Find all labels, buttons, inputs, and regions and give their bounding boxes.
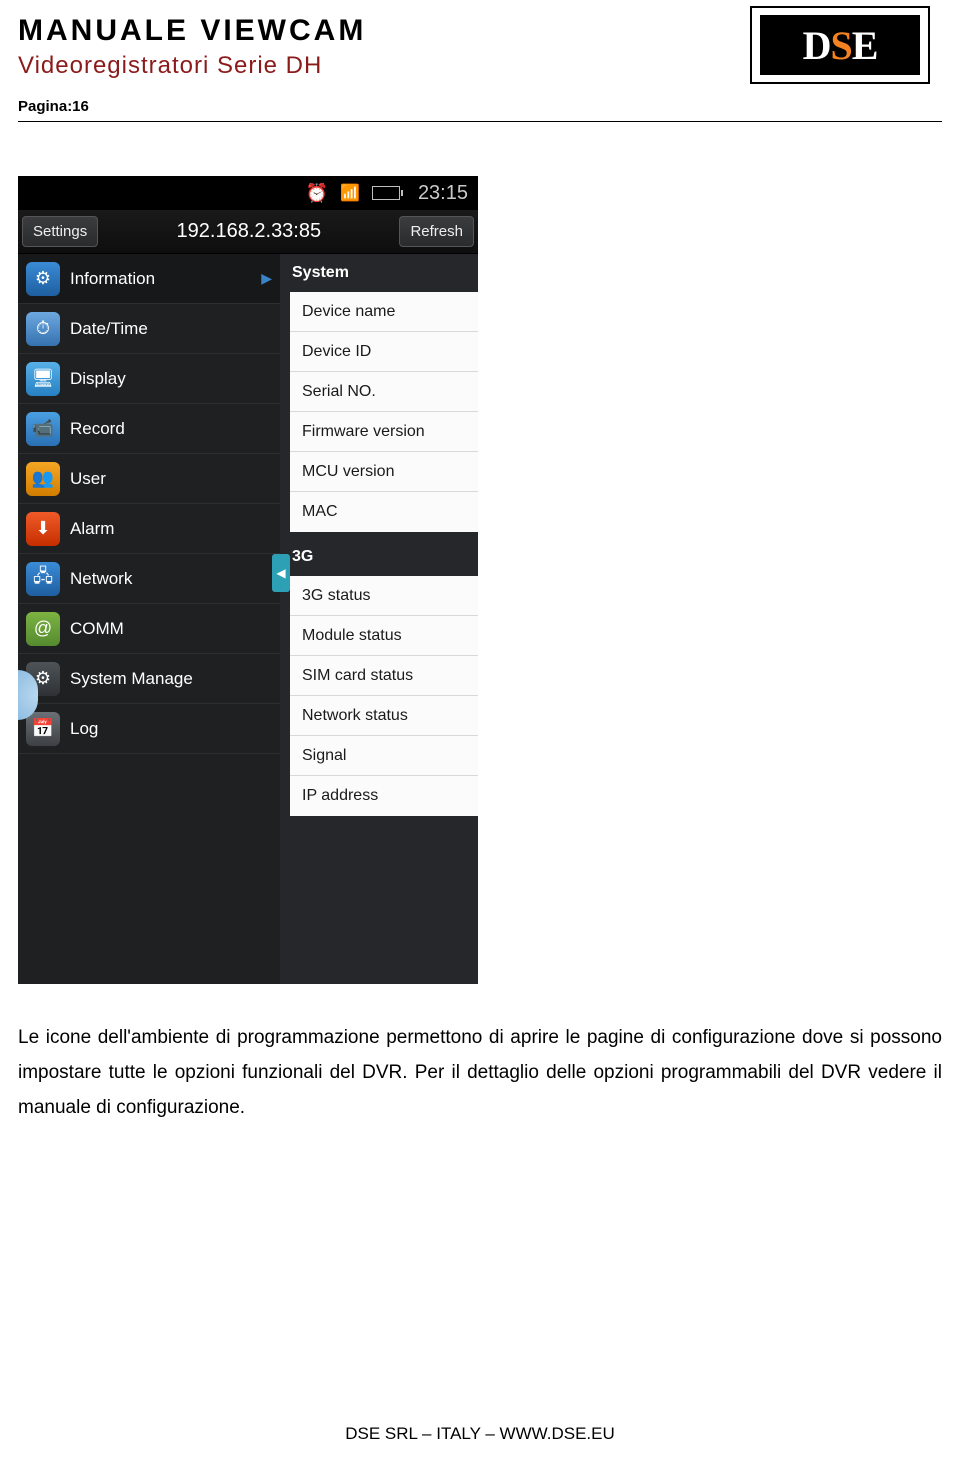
menu-item-log[interactable]: 📅 Log <box>18 704 280 754</box>
system-list: Device nameDevice IDSerial NO.Firmware v… <box>290 292 478 532</box>
user-icon: 👥 <box>26 462 60 496</box>
panel-row[interactable]: MCU version <box>290 452 478 492</box>
refresh-button[interactable]: Refresh <box>399 216 474 247</box>
panel-collapse-handle[interactable]: ◀ <box>272 554 290 592</box>
panel-row[interactable]: Device ID <box>290 332 478 372</box>
menu-item-comm[interactable]: @ COMM <box>18 604 280 654</box>
page-footer: DSE SRL – ITALY – WWW.DSE.EU <box>0 1424 960 1444</box>
menu-label: Log <box>70 719 98 739</box>
info-panel: System Device nameDevice IDSerial NO.Fir… <box>280 254 478 984</box>
menu-item-user[interactable]: 👥 User <box>18 454 280 504</box>
3g-list: 3G statusModule statusSIM card statusNet… <box>290 576 478 816</box>
menu-item-display[interactable]: 🖥 Display <box>18 354 280 404</box>
menu-item-record[interactable]: 📹 Record <box>18 404 280 454</box>
menu-item-date-time[interactable]: ⏱ Date/Time <box>18 304 280 354</box>
panel-row[interactable]: SIM card status <box>290 656 478 696</box>
panel-row[interactable]: MAC <box>290 492 478 532</box>
panel-row[interactable]: IP address <box>290 776 478 816</box>
menu-label: Information <box>70 269 155 289</box>
wifi-icon: 📶 <box>340 183 360 203</box>
menu-label: Display <box>70 369 126 389</box>
panel-row[interactable]: Module status <box>290 616 478 656</box>
settings-menu: ⚙ Information ▶ ⏱ Date/Time 🖥 Display 📹 Record 👥 U… <box>18 254 280 984</box>
panel-header-system: System <box>280 254 478 292</box>
panel-header-3g: 3G <box>280 538 478 576</box>
menu-item-network[interactable]: 🖧 Network <box>18 554 280 604</box>
clock-icon: ⏱ <box>26 312 60 346</box>
status-bar: ⏰ 📶 23:15 <box>18 176 478 210</box>
panel-row[interactable]: Network status <box>290 696 478 736</box>
menu-label: Alarm <box>70 519 114 539</box>
panel-row[interactable]: Firmware version <box>290 412 478 452</box>
app-top-bar: Settings 192.168.2.33:85 Refresh <box>18 210 478 254</box>
address-title: 192.168.2.33:85 <box>177 220 322 243</box>
log-icon: 📅 <box>26 712 60 746</box>
dse-logo: DSE <box>750 6 930 84</box>
page-number: Pagina:16 <box>18 98 942 115</box>
display-icon: 🖥 <box>26 362 60 396</box>
menu-item-system-manage[interactable]: ⚙System Manage <box>18 654 280 704</box>
battery-icon <box>372 186 400 200</box>
alarm-clock-icon: ⏰ <box>306 183 328 204</box>
panel-row[interactable]: Signal <box>290 736 478 776</box>
alarm-icon: ⬇ <box>26 512 60 546</box>
menu-item-alarm[interactable]: ⬇ Alarm <box>18 504 280 554</box>
panel-row[interactable]: Device name <box>290 292 478 332</box>
network-icon: 🖧 <box>26 562 60 596</box>
record-icon: 📹 <box>26 412 60 446</box>
body-paragraph: Le icone dell'ambiente di programmazione… <box>18 1020 942 1125</box>
menu-label: Record <box>70 419 125 439</box>
chevron-right-icon: ▶ <box>261 270 272 287</box>
menu-label: User <box>70 469 106 489</box>
status-time: 23:15 <box>418 182 468 205</box>
menu-item-information[interactable]: ⚙ Information ▶ <box>18 254 280 304</box>
menu-label: Date/Time <box>70 319 148 339</box>
panel-row[interactable]: 3G status <box>290 576 478 616</box>
comm-icon: @ <box>26 612 60 646</box>
gear-icon: ⚙ <box>26 262 60 296</box>
menu-label: System Manage <box>70 669 193 689</box>
panel-row[interactable]: Serial NO. <box>290 372 478 412</box>
menu-label: COMM <box>70 619 124 639</box>
menu-label: Network <box>70 569 132 589</box>
settings-button[interactable]: Settings <box>22 216 98 247</box>
phone-screenshot: ⏰ 📶 23:15 Settings 192.168.2.33:85 Refre… <box>18 176 478 984</box>
header-divider <box>18 121 942 122</box>
